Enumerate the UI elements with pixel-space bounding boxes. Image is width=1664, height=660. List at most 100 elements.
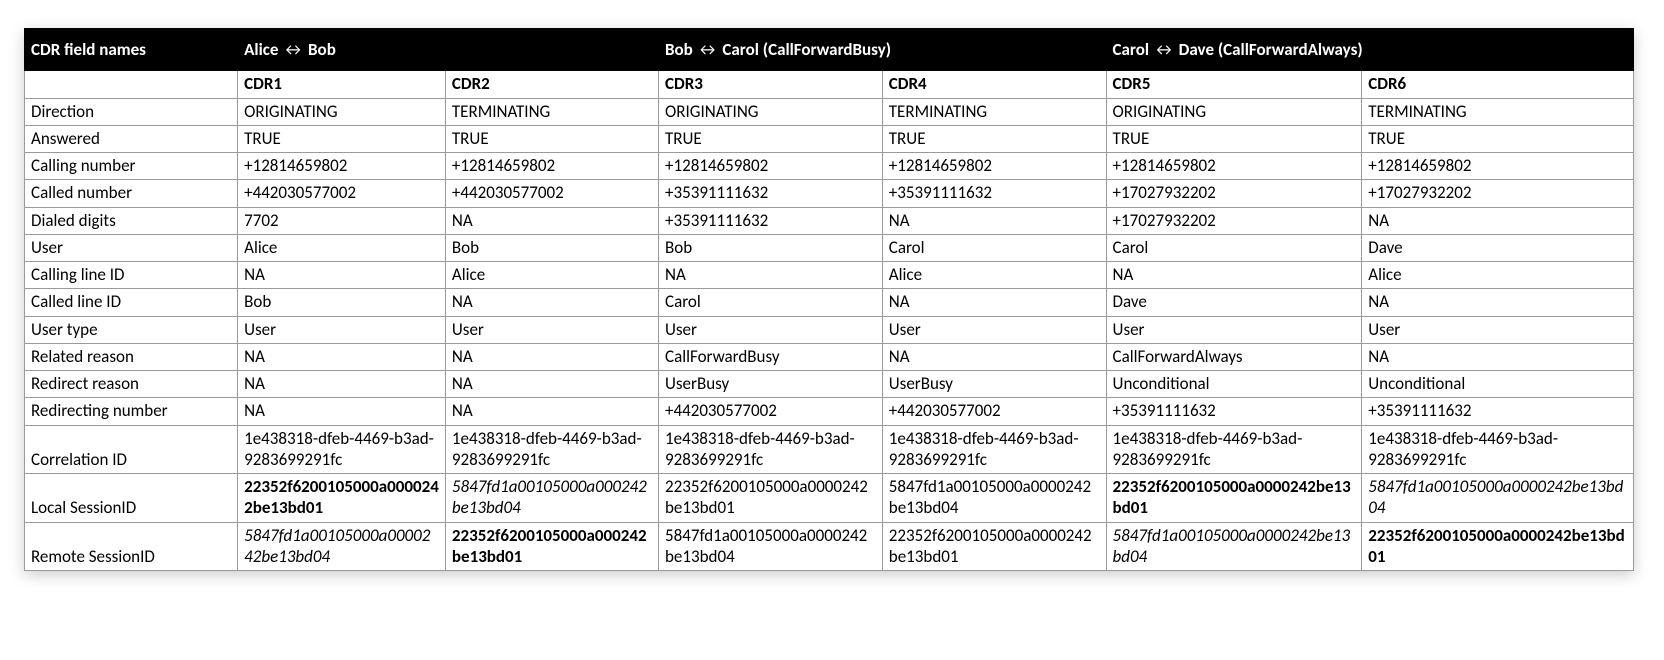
cell: User xyxy=(1362,316,1634,343)
cell: Bob xyxy=(659,234,883,261)
cell: +17027932202 xyxy=(1106,207,1362,234)
cell: TRUE xyxy=(1362,125,1634,152)
header-cdr5: CDR5 xyxy=(1106,71,1362,98)
cell: +35391111632 xyxy=(1362,398,1634,425)
table-row: UserAliceBobBobCarolCarolDave xyxy=(25,234,1634,261)
cell: ORIGINATING xyxy=(659,98,883,125)
cell: TERMINATING xyxy=(1362,98,1634,125)
cell: +442030577002 xyxy=(445,180,658,207)
cell: 22352f6200105000a0000242be13bd01 xyxy=(238,474,446,523)
row-field-name: Redirect reason xyxy=(25,371,238,398)
cell: +35391111632 xyxy=(659,207,883,234)
cell: Carol xyxy=(1106,234,1362,261)
cell: UserBusy xyxy=(659,371,883,398)
cell: 1e438318-dfeb-4469-b3ad-9283699291fc xyxy=(445,425,658,474)
cell: Dave xyxy=(1362,234,1634,261)
header-row-groups: CDR field names Alice ↔ Bob Bob ↔ Carol … xyxy=(25,29,1634,71)
cell: +12814659802 xyxy=(1106,153,1362,180)
cell: 22352f6200105000a0000242be13bd01 xyxy=(659,474,883,523)
cell: 1e438318-dfeb-4469-b3ad-9283699291fc xyxy=(659,425,883,474)
cell: Dave xyxy=(1106,289,1362,316)
header-field-names: CDR field names xyxy=(25,29,238,71)
double-arrow-icon: ↔ xyxy=(697,39,719,60)
cell: +12814659802 xyxy=(238,153,446,180)
cell: 5847fd1a00105000a0000242be13bd04 xyxy=(882,474,1106,523)
row-field-name: Calling number xyxy=(25,153,238,180)
cell: 5847fd1a00105000a0000242be13bd04 xyxy=(1362,474,1634,523)
cell: 1e438318-dfeb-4469-b3ad-9283699291fc xyxy=(238,425,446,474)
cell: Alice xyxy=(882,262,1106,289)
cell: 1e438318-dfeb-4469-b3ad-9283699291fc xyxy=(1362,425,1634,474)
cell: 22352f6200105000a0000242be13bd01 xyxy=(1362,522,1634,571)
table-row: DirectionORIGINATINGTERMINATINGORIGINATI… xyxy=(25,98,1634,125)
cell: ORIGINATING xyxy=(1106,98,1362,125)
cell: Carol xyxy=(659,289,883,316)
cell: NA xyxy=(238,398,446,425)
table-row: Correlation ID1e438318-dfeb-4469-b3ad-92… xyxy=(25,425,1634,474)
cell: 22352f6200105000a0000242be13bd01 xyxy=(882,522,1106,571)
double-arrow-icon: ↔ xyxy=(1153,39,1175,60)
cell: 5847fd1a00105000a0000242be13bd04 xyxy=(659,522,883,571)
table-row: Calling number+12814659802+12814659802+1… xyxy=(25,153,1634,180)
cell: NA xyxy=(445,289,658,316)
table-row: User typeUserUserUserUserUserUser xyxy=(25,316,1634,343)
cell: NA xyxy=(238,343,446,370)
cell: +17027932202 xyxy=(1106,180,1362,207)
header-group-3-pre: Carol xyxy=(1113,39,1153,60)
cell: TERMINATING xyxy=(445,98,658,125)
table-row: Local SessionID22352f6200105000a0000242b… xyxy=(25,474,1634,523)
header-group-1: Alice ↔ Bob xyxy=(238,29,659,71)
header-group-3-post: Dave (CallForwardAlways) xyxy=(1175,39,1363,60)
cell: NA xyxy=(1362,207,1634,234)
cell: Carol xyxy=(882,234,1106,261)
table-row: Related reasonNANACallForwardBusyNACallF… xyxy=(25,343,1634,370)
header-cdr1: CDR1 xyxy=(238,71,446,98)
cell: TRUE xyxy=(445,125,658,152)
cell: +17027932202 xyxy=(1362,180,1634,207)
cell: User xyxy=(1106,316,1362,343)
row-field-name: Local SessionID xyxy=(25,474,238,523)
header-row-cdr: CDR1 CDR2 CDR3 CDR4 CDR5 CDR6 xyxy=(25,71,1634,98)
cell: NA xyxy=(445,371,658,398)
cell: NA xyxy=(882,207,1106,234)
table-row: Redirect reasonNANAUserBusyUserBusyUncon… xyxy=(25,371,1634,398)
header-cdr4: CDR4 xyxy=(882,71,1106,98)
cell: 5847fd1a00105000a0000242be13bd04 xyxy=(238,522,446,571)
cell: NA xyxy=(445,398,658,425)
row-field-name: Calling line ID xyxy=(25,262,238,289)
cell: NA xyxy=(659,262,883,289)
cell: Bob xyxy=(238,289,446,316)
cell: NA xyxy=(882,343,1106,370)
cell: 1e438318-dfeb-4469-b3ad-9283699291fc xyxy=(1106,425,1362,474)
row-field-name: Redirecting number xyxy=(25,398,238,425)
row-field-name: Called line ID xyxy=(25,289,238,316)
cell: NA xyxy=(445,343,658,370)
table-row: AnsweredTRUETRUETRUETRUETRUETRUE xyxy=(25,125,1634,152)
header-group-2: Bob ↔ Carol (CallForwardBusy) xyxy=(659,29,1107,71)
cell: +35391111632 xyxy=(882,180,1106,207)
cell: 22352f6200105000a000242be13bd01 xyxy=(445,522,658,571)
cell: +12814659802 xyxy=(659,153,883,180)
table-row: Called number+442030577002+442030577002+… xyxy=(25,180,1634,207)
cell: User xyxy=(238,316,446,343)
cell: ORIGINATING xyxy=(238,98,446,125)
row-field-name: Answered xyxy=(25,125,238,152)
cell: +35391111632 xyxy=(1106,398,1362,425)
cell: User xyxy=(882,316,1106,343)
cell: 7702 xyxy=(238,207,446,234)
cell: TRUE xyxy=(238,125,446,152)
table-row: Remote SessionID5847fd1a00105000a0000242… xyxy=(25,522,1634,571)
cell: NA xyxy=(1362,289,1634,316)
cell: User xyxy=(445,316,658,343)
cell: TERMINATING xyxy=(882,98,1106,125)
cell: +442030577002 xyxy=(238,180,446,207)
header-group-3: Carol ↔ Dave (CallForwardAlways) xyxy=(1106,29,1633,71)
cell: +12814659802 xyxy=(882,153,1106,180)
cell: CallForwardBusy xyxy=(659,343,883,370)
table-row: Dialed digits7702NA+35391111632NA+170279… xyxy=(25,207,1634,234)
header-group-1-pre: Alice xyxy=(244,39,282,60)
cell: Alice xyxy=(238,234,446,261)
cell: NA xyxy=(238,371,446,398)
row-field-name: Direction xyxy=(25,98,238,125)
cell: Unconditional xyxy=(1106,371,1362,398)
